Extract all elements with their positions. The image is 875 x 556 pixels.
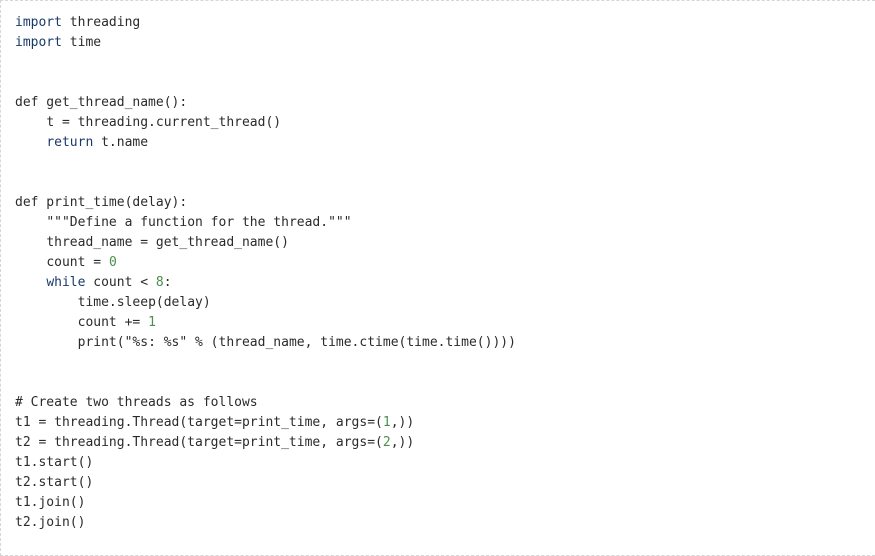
code-line-26: t2.join() [15,513,875,533]
code-token-txt: ,)) [390,435,415,450]
code-listing[interactable]: import threading import time def get_thr… [15,13,875,533]
code-token-txt: # Create two threads as follows [15,395,258,410]
code-panel: import threading import time def get_thr… [0,0,875,556]
code-token-txt: def get_thread_name(): [15,95,188,110]
code-token-txt: time [61,35,102,50]
code-line-12: thread_name = get_thread_name() [15,233,875,253]
code-token-txt: t1.join() [15,495,86,510]
code-token-txt: threading [61,15,141,30]
code-token-num: 1 [382,415,391,430]
code-token-txt: count < [85,275,156,290]
code-token-num: 0 [108,255,117,270]
code-token-txt: count = [46,255,109,270]
code-token-num: 8 [155,275,164,290]
code-token-txt: : [163,275,172,290]
code-line-11: """Define a function for the thread.""" [15,213,875,233]
code-line-16: count += 1 [15,313,875,333]
code-token-txt: def print_time(delay): [15,195,188,210]
code-line-10: def print_time(delay): [15,193,875,213]
code-token-kw: return [46,135,94,150]
code-line-20: # Create two threads as follows [15,393,875,413]
code-token-num: 1 [148,315,156,330]
code-line-23: t1.start() [15,453,875,473]
code-token-kw: import [15,15,62,30]
code-token-txt: t1 = threading.Thread(target=print_time,… [15,415,383,430]
code-token-txt: count += [77,315,149,330]
code-token-txt: thread_name = get_thread_name() [46,235,289,250]
code-line-25: t1.join() [15,493,875,513]
code-token-txt: print("%s: %s" % (thread_name, time.ctim… [77,335,516,350]
code-token-txt: t = threading.current_thread() [46,115,282,130]
code-token-txt: time.sleep(delay) [77,295,211,310]
code-line-2: import time [15,33,875,53]
code-line-5: def get_thread_name(): [15,93,875,113]
code-token-txt: t2.join() [15,515,86,530]
code-line-17: print("%s: %s" % (thread_name, time.ctim… [15,333,875,353]
code-token-kw: import [15,35,62,50]
code-token-txt: """Define a function for the thread.""" [46,215,352,230]
code-token-txt: t1.start() [15,455,94,470]
code-token-txt: t2.start() [15,475,94,490]
code-line-14: while count < 8: [15,273,875,293]
code-token-txt: t2 = threading.Thread(target=print_time,… [15,435,383,450]
code-token-num: 2 [382,435,391,450]
code-line-7: return t.name [15,133,875,153]
code-line-15: time.sleep(delay) [15,293,875,313]
code-token-txt: t.name [93,135,149,150]
code-line-1: import threading [15,13,875,33]
code-token-txt: ,)) [390,415,415,430]
code-line-22: t2 = threading.Thread(target=print_time,… [15,433,875,453]
code-line-24: t2.start() [15,473,875,493]
code-line-6: t = threading.current_thread() [15,113,875,133]
code-line-13: count = 0 [15,253,875,273]
code-line-21: t1 = threading.Thread(target=print_time,… [15,413,875,433]
code-token-kw: while [46,275,86,290]
